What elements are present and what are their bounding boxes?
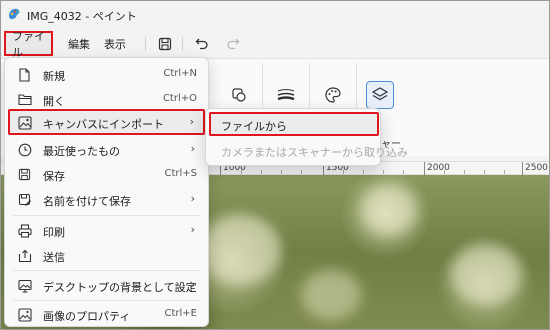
brushes-button[interactable] [272,81,300,109]
title-bar: IMG_4032 - ペイント [1,1,549,28]
clock-icon [17,142,32,157]
shortcut-text: Ctrl+S [164,168,197,179]
colors-button[interactable] [319,81,347,109]
ruler-minor-tick [281,170,282,174]
file-menu-label: 新規 [43,70,65,83]
chevron-right-icon: › [190,278,195,291]
new-file-icon [17,67,32,82]
chevron-right-icon: › [190,192,195,205]
file-menu-label: 最近使ったもの [43,145,120,158]
file-menu-label: 画像のプロパティ [43,310,131,323]
file-menu-item-import-to-canvas[interactable]: キャンバスにインポート › [8,109,205,135]
menu-divider [13,300,201,301]
share-icon [17,248,32,263]
import-from-file-item[interactable]: ファイルから [209,112,379,136]
open-folder-icon [17,92,32,107]
ruler-minor-tick [504,170,505,174]
file-menu-label: 保存 [43,170,65,183]
file-menu-item-save-as[interactable]: 名前を付けて保存 › [8,187,205,212]
ruler-minor-tick [363,170,364,174]
desktop-background-icon [17,278,32,293]
save-button[interactable] [154,33,176,55]
import-image-icon [17,115,32,130]
layers-button[interactable] [366,81,394,109]
ruler-minor-tick [301,170,302,174]
file-menu-item-print[interactable]: 印刷 › [8,218,205,243]
chevron-right-icon: › [189,115,194,128]
toolbar-divider [182,37,183,51]
save-icon [17,167,32,182]
file-menu-item-set-as-desktop-background[interactable]: デスクトップの背景として設定 › [8,273,205,298]
ruler-minor-tick [444,170,445,174]
file-menu-item-new[interactable]: 新規 Ctrl+N [8,62,205,87]
ruler-minor-tick [343,170,344,174]
ruler-minor-tick [464,170,465,174]
file-menu-label: 名前を付けて保存 [43,195,131,208]
ruler-minor-tick [403,170,404,174]
file-menu-label: 開く [43,95,65,108]
ruler-label: 2500 [525,163,548,173]
window-title: IMG_4032 - ペイント [27,10,137,23]
redo-icon [226,37,240,51]
photo-bokeh [451,245,521,305]
file-menu-label: キャンバスにインポート [43,118,164,131]
chevron-right-icon: › [190,142,195,155]
photo-bokeh [301,270,361,320]
ruler-tick [522,162,523,176]
file-menu-item-image-properties[interactable]: 画像のプロパティ Ctrl+E [8,302,205,327]
shapes-button[interactable] [225,81,253,109]
menu-file[interactable]: ファイル [4,30,53,59]
ruler-minor-tick [241,170,242,174]
undo-button[interactable] [191,33,213,55]
photo-bokeh [361,185,416,235]
file-menu-item-save[interactable]: 保存 Ctrl+S [8,162,205,187]
palette-icon [324,86,342,104]
shortcut-text: Ctrl+O [162,93,197,104]
menu-edit[interactable]: 編集 [62,31,96,56]
properties-icon [17,307,32,322]
menu-divider [13,215,201,216]
file-menu-label: 送信 [43,251,65,264]
ruler-minor-tick [261,170,262,174]
ruler-tick [424,162,425,176]
file-menu-label: 印刷 [43,226,65,239]
shortcut-text: Ctrl+N [163,68,197,79]
file-menu: 新規 Ctrl+N 開く Ctrl+O キャンバスにインポート › 最近使ったも… [4,57,209,327]
menu-view[interactable]: 表示 [98,31,132,56]
ruler-minor-tick [383,170,384,174]
layers-icon [371,86,389,104]
print-icon [17,223,32,238]
file-menu-label: デスクトップの背景として設定 [43,281,197,294]
file-menu-item-send[interactable]: 送信 [8,243,205,268]
toolbar-divider [145,37,146,51]
paint-window: IMG_4032 - ペイント ファイル 編集 表示 ャー 1000 1500 … [0,0,550,330]
shapes-icon [230,86,248,104]
brush-size-icon [276,86,296,104]
ruler-label: 2000 [427,163,450,173]
undo-icon [195,37,209,51]
chevron-right-icon: › [190,223,195,236]
shortcut-text: Ctrl+E [164,308,198,319]
ruler-minor-tick [484,170,485,174]
import-submenu: ファイルから カメラまたはスキャナーから取り込み [205,108,408,166]
save-as-icon [17,192,32,207]
file-menu-item-recent[interactable]: 最近使ったもの › [8,137,205,162]
menu-bar: ファイル 編集 表示 [1,28,549,59]
save-icon [158,37,172,51]
submenu-label: カメラまたはスキャナーから取り込み [221,146,408,159]
paint-app-icon [7,7,21,21]
import-from-camera-scanner-item: カメラまたはスキャナーから取り込み [209,139,408,163]
photo-bokeh [201,215,281,285]
redo-button[interactable] [222,33,244,55]
menu-divider [13,270,201,271]
submenu-label: ファイルから [221,120,287,133]
